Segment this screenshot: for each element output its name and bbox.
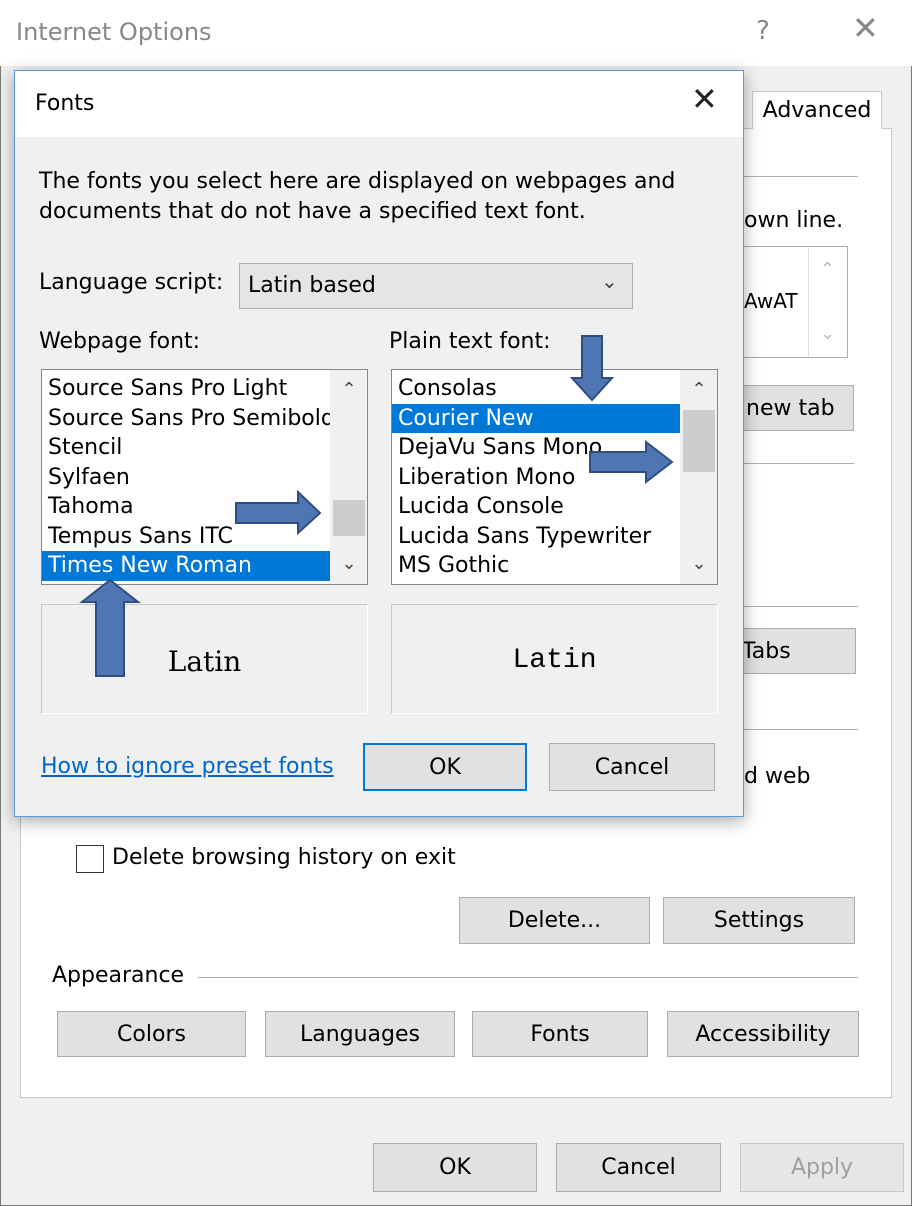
- right-arrow-icon: [235, 489, 322, 536]
- down-arrow-icon: [569, 335, 615, 402]
- annotation-arrows: [79, 335, 674, 677]
- up-arrow-icon: [79, 578, 141, 677]
- right-arrow-icon: [589, 439, 674, 485]
